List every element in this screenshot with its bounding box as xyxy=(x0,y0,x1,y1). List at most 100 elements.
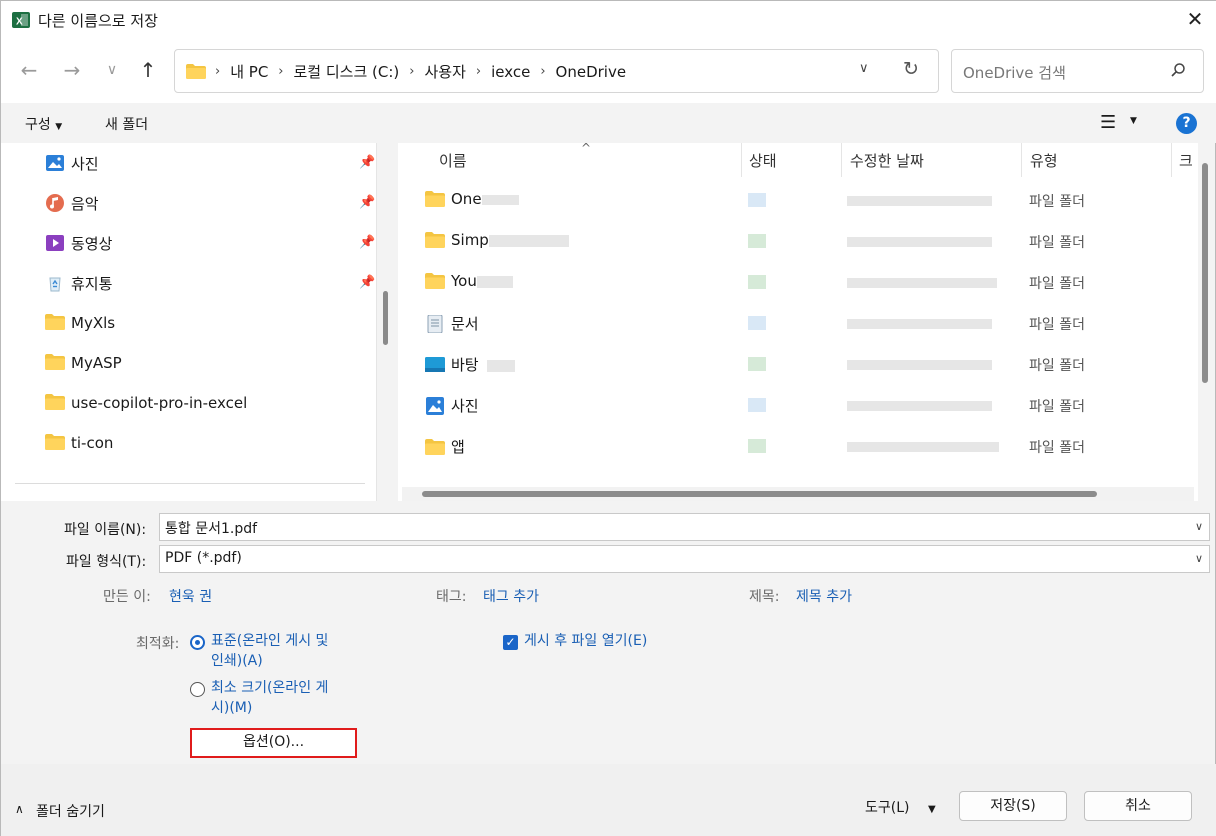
sidebar-item-label: MyASP xyxy=(71,354,122,372)
radio-minimum-label[interactable]: 최소 크기(온라인 게 시)(M) xyxy=(211,678,328,718)
column-header-status[interactable]: 상태 xyxy=(749,150,777,171)
up-arrow-icon[interactable]: ↑ xyxy=(133,55,163,85)
search-input[interactable]: OneDrive 검색 xyxy=(963,62,1066,83)
search-box[interactable]: OneDrive 검색 xyxy=(951,49,1204,93)
tags-input[interactable]: 태그 추가 xyxy=(483,586,539,606)
breadcrumb-item[interactable]: OneDrive xyxy=(556,63,627,81)
column-divider[interactable] xyxy=(1171,143,1172,177)
breadcrumb-item[interactable]: iexce xyxy=(491,63,530,81)
sidebar-item-recycle-bin[interactable]: 휴지통 xyxy=(45,263,112,303)
navigation-pane-scrollbar[interactable] xyxy=(383,291,388,345)
file-name-label: 앱 xyxy=(451,438,465,456)
sidebar-item-myxls[interactable]: MyXls xyxy=(45,303,115,343)
file-type: 파일 폴더 xyxy=(1029,235,1085,251)
sidebar-item-label: use-copilot-pro-in-excel xyxy=(71,394,248,412)
chevron-right-icon[interactable]: › xyxy=(540,64,545,79)
forward-arrow-icon[interactable]: → xyxy=(57,55,87,85)
table-row[interactable]: Simp 파일 폴더 xyxy=(398,221,1188,262)
pin-icon[interactable]: 📌 xyxy=(359,195,375,210)
organize-button[interactable]: 구성 ▼ xyxy=(25,114,62,134)
close-icon[interactable]: ✕ xyxy=(1181,5,1209,33)
sidebar-item-ti-con[interactable]: ti-con xyxy=(45,423,113,463)
column-header-date-modified[interactable]: 수정한 날짜 xyxy=(850,150,924,171)
chevron-down-icon[interactable]: ∨ xyxy=(1195,520,1203,533)
breadcrumb-item[interactable]: 내 PC xyxy=(230,61,268,82)
author-label: 만든 이: xyxy=(103,589,151,605)
sidebar-item-myasp[interactable]: MyASP xyxy=(45,343,122,383)
column-divider[interactable] xyxy=(741,143,742,177)
view-list-icon[interactable]: ☰ xyxy=(1100,112,1116,133)
hide-folders-button[interactable]: 폴더 숨기기 xyxy=(36,801,105,821)
excel-icon: X xyxy=(11,10,31,30)
sidebar-item-use-copilot[interactable]: use-copilot-pro-in-excel xyxy=(45,383,247,423)
file-name: You xyxy=(425,272,513,290)
table-row[interactable]: 바탕 파일 폴더 xyxy=(398,344,1188,385)
filetype-label: 파일 형식(T): xyxy=(66,554,147,570)
chevron-down-icon[interactable]: ∨ xyxy=(859,61,869,76)
column-header-type[interactable]: 유형 xyxy=(1030,150,1058,171)
open-after-publish-checkbox[interactable]: ✓ xyxy=(503,635,518,650)
sidebar-item-videos[interactable]: 동영상 xyxy=(45,223,112,263)
redacted-date xyxy=(847,196,992,206)
radio-minimum[interactable] xyxy=(190,682,205,697)
svg-text:X: X xyxy=(16,17,23,28)
sidebar-item-label: 사진 xyxy=(71,154,99,173)
title-input[interactable]: 제목 추가 xyxy=(796,586,852,606)
file-name-label: 사진 xyxy=(451,397,479,415)
pin-icon[interactable]: 📌 xyxy=(359,275,375,290)
recent-locations-chevron-icon[interactable]: ∨ xyxy=(97,55,127,85)
caret-down-icon[interactable]: ▼ xyxy=(1130,116,1137,126)
recycle-bin-icon xyxy=(45,273,65,293)
pin-icon[interactable]: 📌 xyxy=(359,235,375,250)
save-button[interactable]: 저장(S) xyxy=(959,791,1067,821)
table-row[interactable]: You 파일 폴더 xyxy=(398,262,1188,303)
chevron-down-icon[interactable]: ∨ xyxy=(1195,552,1203,565)
filename-field[interactable]: 통합 문서1.pdf ∨ xyxy=(159,513,1210,541)
chevron-right-icon: › xyxy=(215,64,221,79)
file-type: 파일 폴더 xyxy=(1029,358,1085,374)
open-after-publish-label[interactable]: 게시 후 파일 열기(E) xyxy=(524,631,647,651)
address-bar[interactable]: › 내 PC › 로컬 디스크 (C:) › 사용자 › iexce › One… xyxy=(174,49,939,93)
pin-icon[interactable]: 📌 xyxy=(359,155,375,170)
status-icon xyxy=(748,439,766,453)
back-arrow-icon[interactable]: ← xyxy=(14,55,44,85)
tools-button[interactable]: 도구(L) ▼ xyxy=(865,797,936,817)
author-value[interactable]: 현욱 권 xyxy=(169,586,212,606)
chevron-right-icon[interactable]: › xyxy=(409,64,414,79)
pictures-icon xyxy=(425,396,445,415)
radio-standard-label[interactable]: 표준(온라인 게시 및 인쇄)(A) xyxy=(211,631,328,671)
redacted-date xyxy=(847,360,992,370)
table-row[interactable]: 사진 파일 폴더 xyxy=(398,385,1188,426)
desktop-icon xyxy=(425,356,445,374)
table-row[interactable]: 앱 파일 폴더 xyxy=(398,426,1188,467)
tags-label: 태그: xyxy=(436,589,467,605)
new-folder-button[interactable]: 새 폴더 xyxy=(105,114,148,134)
search-icon[interactable] xyxy=(1170,62,1186,82)
help-icon[interactable]: ? xyxy=(1176,113,1197,134)
table-row[interactable]: One 파일 폴더 xyxy=(398,180,1188,221)
breadcrumb-item[interactable]: 사용자 xyxy=(424,61,465,82)
radio-minimum-label-line1: 최소 크기(온라인 게 xyxy=(211,680,329,696)
column-divider[interactable] xyxy=(841,143,842,177)
column-header-name[interactable]: 이름 xyxy=(439,150,467,171)
sidebar-item-music[interactable]: 음악 xyxy=(45,183,99,223)
table-row[interactable]: 문서 파일 폴더 xyxy=(398,303,1188,344)
cancel-button[interactable]: 취소 xyxy=(1084,791,1192,821)
file-name-label: One xyxy=(451,190,482,208)
chevron-right-icon[interactable]: › xyxy=(278,64,283,79)
filetype-select[interactable]: PDF (*.pdf) ∨ xyxy=(159,545,1210,573)
options-button[interactable]: 옵션(O)... xyxy=(190,728,357,758)
horizontal-scrollbar[interactable] xyxy=(402,487,1194,501)
vertical-scrollbar[interactable] xyxy=(1202,163,1208,383)
scrollbar-thumb[interactable] xyxy=(422,491,1097,497)
radio-standard[interactable] xyxy=(190,635,205,650)
sidebar-item-label: ti-con xyxy=(71,434,114,452)
breadcrumb-item[interactable]: 로컬 디스크 (C:) xyxy=(294,61,400,82)
column-header-size[interactable]: 크 xyxy=(1179,150,1193,171)
sidebar-item-pictures[interactable]: 사진 xyxy=(45,143,99,183)
refresh-icon[interactable]: ↻ xyxy=(903,58,919,80)
chevron-right-icon[interactable]: › xyxy=(476,64,481,79)
file-name: 바탕 xyxy=(425,354,515,375)
column-divider[interactable] xyxy=(1021,143,1022,177)
chevron-up-icon[interactable]: ∧ xyxy=(15,802,24,816)
